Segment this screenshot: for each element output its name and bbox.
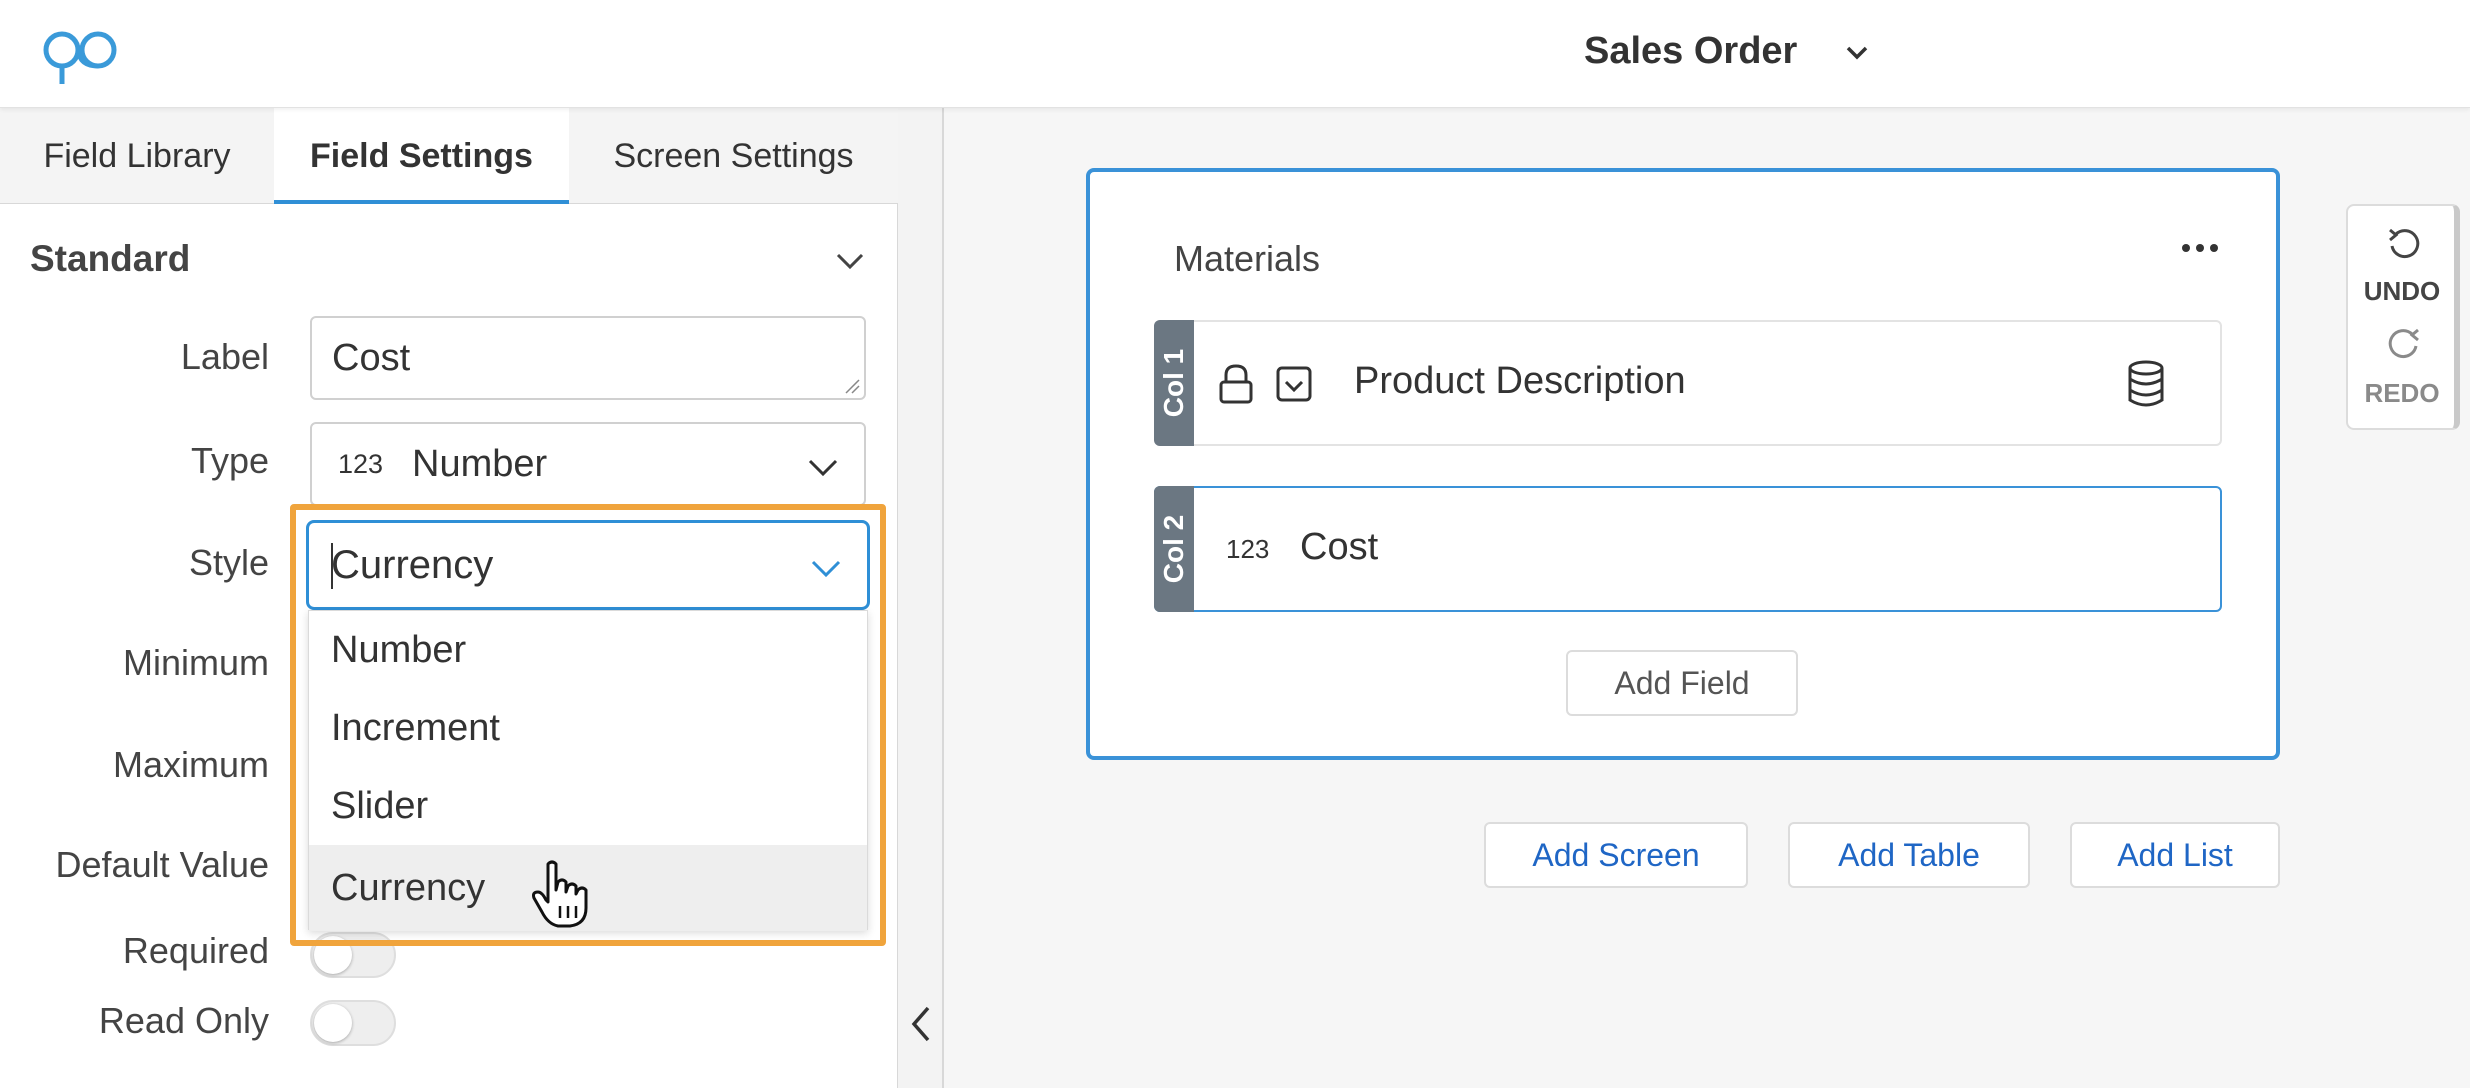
type-select-value: Number	[412, 443, 548, 485]
add-screen-button[interactable]: Add Screen	[1484, 822, 1748, 888]
chevron-down-icon[interactable]	[834, 246, 866, 276]
number-type-icon: 123	[1226, 534, 1270, 564]
read-only-toggle[interactable]	[310, 1000, 396, 1046]
type-field-label: Type	[190, 440, 269, 481]
add-list-button[interactable]: Add List	[2070, 822, 2280, 888]
read-only-field-label: Read Only	[98, 1000, 269, 1041]
add-field-button[interactable]: Add Field	[1566, 650, 1798, 716]
required-field-label: Required	[122, 930, 269, 971]
chevron-down-icon[interactable]	[809, 553, 843, 583]
style-field-label: Style	[188, 542, 269, 583]
app-title[interactable]: Sales Order	[1584, 30, 1797, 73]
redo-icon[interactable]	[2386, 326, 2422, 362]
column-tag: Col 2	[1154, 486, 1194, 612]
style-option-slider[interactable]: Slider	[309, 767, 867, 845]
tab-field-settings[interactable]: Field Settings	[274, 108, 569, 204]
chevron-down-icon[interactable]	[806, 452, 840, 482]
section-title[interactable]: Standard	[30, 238, 190, 280]
style-option-increment[interactable]: Increment	[309, 689, 867, 767]
panel-collapse-handle[interactable]	[898, 108, 944, 1088]
undo-icon[interactable]	[2386, 226, 2422, 262]
database-icon[interactable]	[2126, 360, 2166, 408]
more-options-icon[interactable]	[2180, 236, 2220, 260]
field-label: Product Description	[1354, 360, 1686, 402]
redo-button[interactable]: REDO	[2348, 378, 2456, 409]
style-select[interactable]: Currency	[306, 520, 870, 610]
field-label: Cost	[1300, 526, 1379, 568]
card-title: Materials	[1174, 238, 1321, 279]
tab-field-library[interactable]: Field Library	[0, 108, 274, 204]
add-table-button[interactable]: Add Table	[1788, 822, 2030, 888]
column-tag: Col 1	[1154, 320, 1194, 446]
text-caret	[331, 543, 333, 589]
toggle-knob	[314, 1004, 352, 1042]
lock-icon[interactable]	[1216, 362, 1256, 406]
chevron-left-icon[interactable]	[906, 1004, 936, 1044]
field-row[interactable]: Col 2 123 Cost	[1154, 486, 2222, 612]
tab-screen-settings[interactable]: Screen Settings	[569, 108, 898, 204]
checkbox-icon[interactable]	[1274, 362, 1314, 406]
logo-icon[interactable]	[40, 26, 124, 86]
default-value-field-label: Default Value	[55, 844, 269, 885]
tab-bar: Field Library Field Settings Screen Sett…	[0, 108, 898, 204]
label-input-value: Cost	[332, 337, 411, 379]
top-bar: Sales Order	[0, 0, 2470, 108]
field-row[interactable]: Col 1 Product Description	[1154, 320, 2222, 446]
style-select-value: Currency	[331, 543, 494, 587]
type-select[interactable]: 123 Number	[310, 422, 866, 506]
maximum-field-label: Maximum	[112, 744, 269, 785]
label-input[interactable]: Cost	[310, 316, 866, 400]
resize-grip-icon[interactable]	[842, 376, 860, 394]
number-type-icon: 123	[338, 449, 384, 479]
undo-button[interactable]: UNDO	[2348, 276, 2456, 307]
minimum-field-label: Minimum	[122, 642, 269, 683]
style-option-number[interactable]: Number	[309, 611, 867, 689]
history-panel: UNDO REDO	[2346, 204, 2460, 430]
hand-cursor-icon	[532, 860, 588, 928]
label-field-label: Label	[180, 336, 269, 377]
chevron-down-icon[interactable]	[1842, 40, 1872, 66]
